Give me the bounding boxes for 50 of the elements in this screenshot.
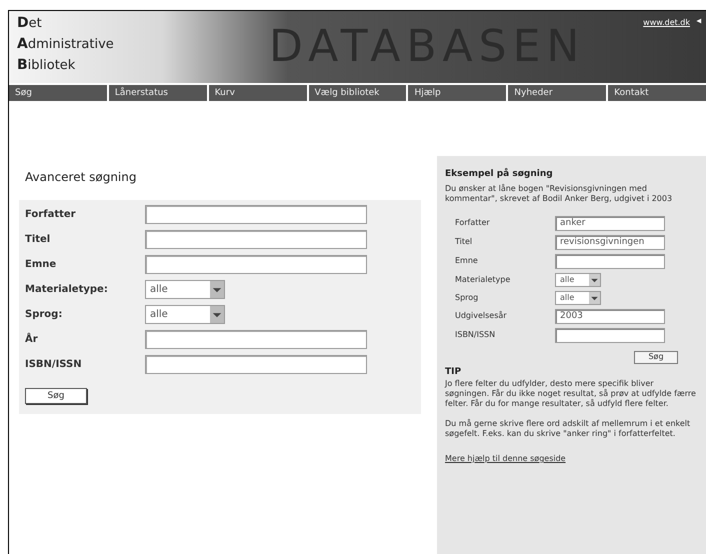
tip-title: TIP xyxy=(445,366,462,378)
field-label: ISBN/ISSN xyxy=(455,329,496,341)
field-label: Materialetype xyxy=(455,274,512,286)
tip-text: Jo flere felter du udfylder, desto mere specifik bliver søgningen. Får du ikke noget resultat, så prøv at udfylde færre felter. Får du for mange resultater, så udfyld flere felter. xyxy=(445,379,697,409)
search-button[interactable]: Søg xyxy=(634,350,678,364)
text-field[interactable] xyxy=(145,255,367,274)
dropdown[interactable]: alle xyxy=(555,272,601,286)
field-label: Forfatter xyxy=(25,208,77,222)
text-field[interactable] xyxy=(555,328,665,342)
text-field[interactable] xyxy=(145,230,367,249)
text-field[interactable] xyxy=(145,205,367,224)
dropdown[interactable]: alle xyxy=(145,305,225,324)
text-field[interactable] xyxy=(145,330,367,349)
help-link[interactable]: Mere hjælp til denne søgeside xyxy=(445,453,698,465)
field-label: Materialetype: xyxy=(25,283,109,297)
field-label: Sprog: xyxy=(25,308,64,322)
text-field[interactable]: anker xyxy=(555,216,665,230)
nav-tab[interactable]: Kurv xyxy=(208,85,307,101)
text-field[interactable]: revisionsgivningen xyxy=(555,234,665,250)
logo-text: Bibliotek xyxy=(17,56,76,75)
field-label: Forfatter xyxy=(455,217,491,229)
field-label: ISBN/ISSN xyxy=(25,358,83,372)
field-label: Emne xyxy=(455,255,479,267)
text-field[interactable] xyxy=(145,355,367,374)
nav-tab[interactable]: Hjælp xyxy=(408,85,506,101)
logo-text: Det xyxy=(17,14,43,33)
arrow-icon xyxy=(694,17,702,25)
text-field[interactable]: 2003 xyxy=(555,308,665,324)
site-link[interactable]: www.det.dk xyxy=(643,17,690,29)
tip-text: Du må gerne skrive flere ord adskilt af mellemrum i et enkelt søgefelt. F.eks. kan du skrive "anker ring" i forfatterfeltet. xyxy=(445,419,692,439)
example-title: Eksempel på søgning xyxy=(445,168,554,181)
banner-title: DATABASEN xyxy=(269,20,586,74)
nav-tab[interactable]: Nyheder xyxy=(508,85,606,101)
text-field[interactable] xyxy=(555,254,665,268)
form-title: Avanceret søgning xyxy=(24,169,138,186)
dropdown[interactable]: alle xyxy=(555,290,601,304)
logo-text: Administrative xyxy=(17,35,115,54)
nav-tab[interactable]: Kontakt xyxy=(608,85,706,101)
example-text: Du ønsker at låne bogen "Revisionsgivningen med kommentar", skrevet af Bodil Anker Berg, udgivet i 2003 xyxy=(445,184,674,204)
field-label: Udgivelsesår xyxy=(455,310,508,322)
nav-tab[interactable]: Søg xyxy=(9,85,107,101)
field-label: År xyxy=(25,332,39,347)
dropdown[interactable]: alle xyxy=(145,280,225,299)
field-label: Sprog xyxy=(455,292,480,304)
field-label: Titel xyxy=(455,236,474,248)
nav-tab[interactable]: Lånerstatus xyxy=(108,85,207,101)
field-label: Emne xyxy=(25,258,58,272)
nav-tab[interactable]: Vælg bibliotek xyxy=(308,85,406,101)
field-label: Titel xyxy=(25,233,52,247)
search-button[interactable]: Søg xyxy=(25,388,87,404)
